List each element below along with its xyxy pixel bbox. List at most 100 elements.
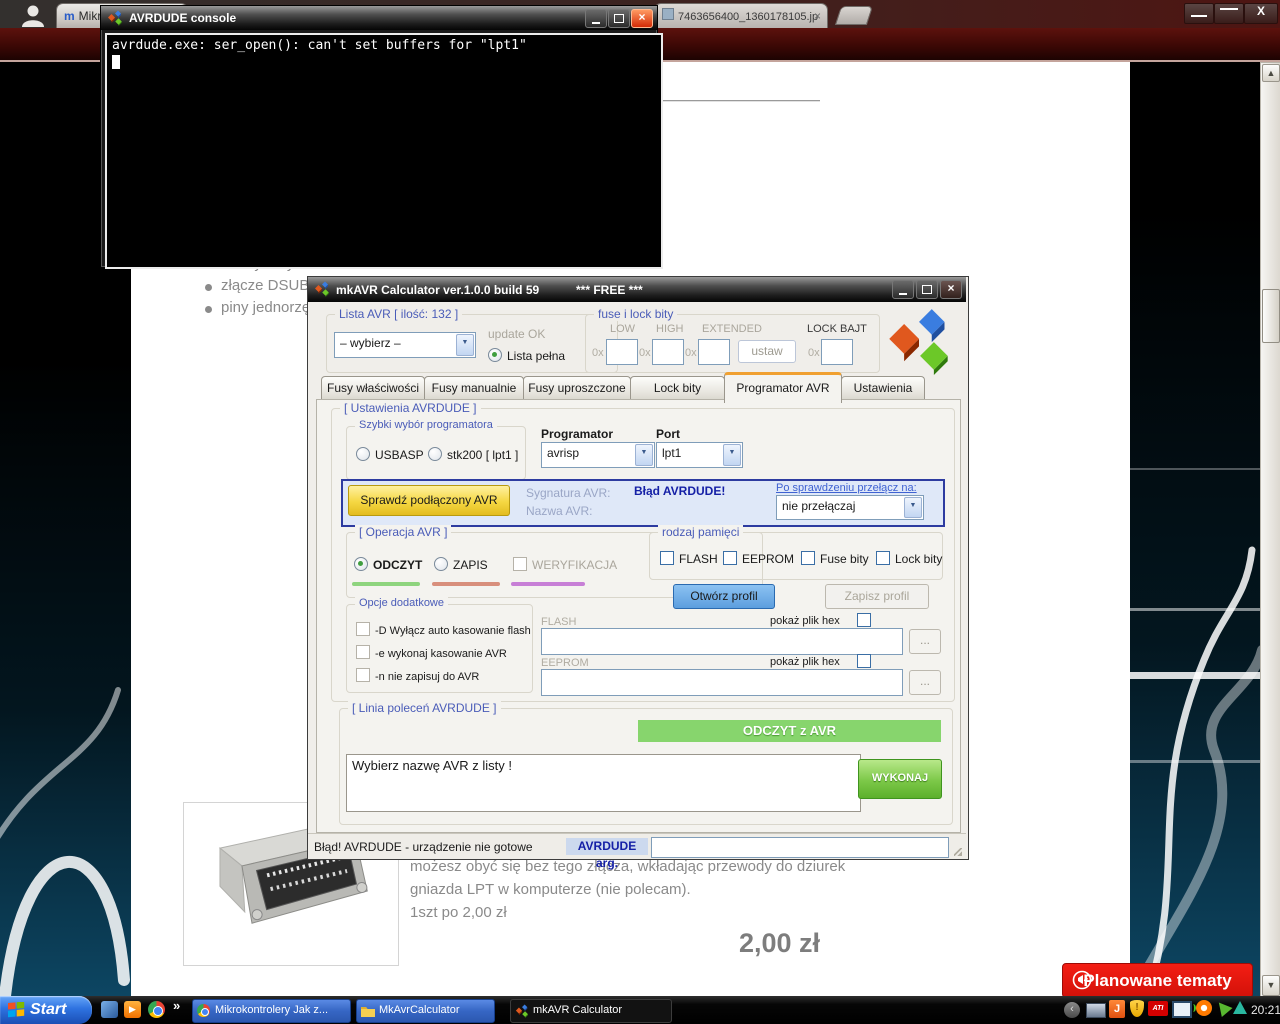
- status-message: Błąd! AVRDUDE - urządzenie nie gotowe: [314, 840, 533, 854]
- task-button-browser[interactable]: Mikrokontrolery Jak z...: [192, 999, 351, 1023]
- combo-arrow-icon[interactable]: ▼: [635, 444, 653, 466]
- fuse-bity-checkbox[interactable]: Fuse bity: [801, 551, 869, 566]
- linia-legend: [ Linia poleceń AVRDUDE ]: [348, 701, 501, 715]
- tab-fusy-manualnie[interactable]: Fusy manualnie: [424, 376, 524, 401]
- weryfikacja-underline: [511, 582, 585, 586]
- tab-programator-avr[interactable]: Programator AVR: [724, 372, 842, 403]
- browser-minimize-button[interactable]: [1184, 3, 1214, 24]
- browser-restore-button[interactable]: [1214, 3, 1244, 24]
- console-maximize-button[interactable]: [608, 9, 630, 28]
- new-tab-button[interactable]: [834, 6, 874, 25]
- calc-close-button[interactable]: ×: [940, 280, 962, 299]
- opt-e-checkbox[interactable]: -e wykonaj kasowanie AVR: [356, 645, 507, 660]
- chrome-icon: [197, 1004, 210, 1017]
- lock-bajt-input[interactable]: [821, 339, 853, 365]
- lock-bajt-label: LOCK BAJT: [807, 323, 867, 335]
- tray-collapse-icon[interactable]: ‹: [1064, 1002, 1080, 1018]
- profile-avatar-icon[interactable]: [20, 3, 46, 27]
- start-label: Start: [30, 1001, 67, 1018]
- avrdude-arg-input[interactable]: [651, 837, 949, 858]
- list-item: piny jednorzę: [221, 299, 311, 316]
- avr-select-value: – wybierz –: [340, 336, 401, 350]
- combo-arrow-icon[interactable]: ▼: [904, 497, 922, 518]
- tab-lock-bity[interactable]: Lock bity: [630, 376, 725, 401]
- tray-avg-icon[interactable]: [1196, 1000, 1212, 1016]
- task-button-mkavr-active[interactable]: mkAVR Calculator: [510, 999, 672, 1023]
- calc-titlebar[interactable]: mkAVR Calculator ver.1.0.0 build 59 *** …: [308, 277, 966, 302]
- tab2-close-icon[interactable]: ×: [814, 4, 821, 28]
- planowane-label: Planowane tematy: [1083, 971, 1232, 990]
- scroll-down-button[interactable]: ▼: [1262, 975, 1280, 996]
- programator-combo[interactable]: avrisp ▼: [541, 442, 655, 468]
- extended-fuse-input[interactable]: [698, 339, 730, 365]
- chrome-icon[interactable]: [148, 1001, 165, 1018]
- eeprom-file-input[interactable]: [541, 669, 903, 696]
- pokaz-eeprom-checkbox[interactable]: [857, 654, 876, 669]
- task-button-folder[interactable]: MkAvrCalculator: [356, 999, 495, 1023]
- tab1-label: Mikr: [78, 9, 102, 23]
- combo-arrow-icon[interactable]: ▼: [723, 444, 741, 466]
- sprawdz-avr-button[interactable]: Sprawdź podłączony AVR: [348, 485, 510, 516]
- tab-fusy-uproszczone[interactable]: Fusy uproszczone: [523, 376, 631, 401]
- product-desc-line2: gniazda LPT w komputerze (nie polecam).: [410, 881, 691, 898]
- szybki-legend: Szybki wybór programatora: [355, 419, 497, 431]
- odczyt-radio[interactable]: ODCZYT: [354, 557, 422, 572]
- tab-fusy-wlasciwosci[interactable]: Fusy właściwości: [321, 376, 425, 401]
- console-titlebar[interactable]: AVRDUDE console ×: [101, 6, 657, 30]
- calc-minimize-button[interactable]: [892, 280, 914, 299]
- tray-ati-icon[interactable]: ATI: [1148, 1001, 1168, 1016]
- tray-updater-icon[interactable]: [1233, 1001, 1247, 1014]
- resize-grip[interactable]: [954, 848, 962, 856]
- planowane-tematy-button[interactable]: Planowane tematy: [1062, 963, 1253, 996]
- programator-value: avrisp: [547, 446, 580, 460]
- eeprom-checkbox[interactable]: EEPROM: [723, 551, 794, 566]
- przelacz-combo[interactable]: nie przełączaj ▼: [776, 495, 924, 520]
- tray-java-icon[interactable]: J: [1109, 1000, 1125, 1018]
- page-scrollbar[interactable]: ▲ ▼: [1260, 62, 1280, 996]
- flash-file-input[interactable]: [541, 628, 903, 655]
- update-status: update OK: [488, 327, 546, 341]
- usbasp-radio[interactable]: USBASP: [356, 447, 424, 462]
- lock-bity-checkbox[interactable]: Lock bity: [876, 551, 942, 566]
- port-combo[interactable]: lpt1 ▼: [656, 442, 743, 468]
- tray-arrow-icon[interactable]: [1213, 998, 1233, 1017]
- calc-maximize-button[interactable]: [916, 280, 938, 299]
- pokaz-hex-label: pokaż plik hex: [770, 656, 840, 668]
- zapisz-profil-button[interactable]: Zapisz profil: [825, 584, 929, 609]
- tab-ustawienia[interactable]: Ustawienia: [841, 376, 925, 401]
- lista-pelna-radio[interactable]: Lista pełna: [488, 348, 565, 363]
- show-desktop-icon[interactable]: [101, 1001, 118, 1018]
- console-output[interactable]: avrdude.exe: ser_open(): can't set buffe…: [105, 33, 663, 269]
- tray-cardreader-icon[interactable]: [1086, 1003, 1106, 1018]
- stk200-radio[interactable]: stk200 [ lpt1 ]: [428, 447, 518, 462]
- console-minimize-button[interactable]: [585, 9, 607, 28]
- eeprom-browse-button[interactable]: ...: [909, 670, 941, 695]
- tray-clock: 20:21: [1251, 1003, 1280, 1017]
- flash-browse-button[interactable]: ...: [909, 629, 941, 654]
- opt-n-checkbox[interactable]: -n nie zapisuj do AVR: [356, 668, 479, 683]
- flash-checkbox[interactable]: FLASH: [660, 551, 718, 566]
- weryfikacja-checkbox[interactable]: WERYFIKACJA: [513, 557, 617, 572]
- wykonaj-button[interactable]: WYKONAJ: [858, 759, 942, 799]
- start-button[interactable]: Start: [0, 996, 92, 1024]
- quicklaunch-overflow-chevron[interactable]: »: [173, 998, 180, 1013]
- pokaz-flash-checkbox[interactable]: [857, 613, 876, 628]
- command-line-textarea[interactable]: Wybierz nazwę AVR z listy !: [346, 754, 861, 812]
- low-fuse-input[interactable]: [606, 339, 638, 365]
- scrollbar-thumb[interactable]: [1262, 289, 1280, 343]
- extended-label: EXTENDED: [702, 323, 762, 335]
- media-player-icon[interactable]: ▶: [124, 1001, 141, 1018]
- combo-arrow-icon[interactable]: ▼: [456, 334, 474, 356]
- browser-tab-2[interactable]: 7463656400_1360178105.jp ×: [654, 3, 828, 29]
- avr-select-combo[interactable]: – wybierz – ▼: [334, 332, 476, 358]
- opt-D-checkbox[interactable]: -D Wyłącz auto kasowanie flash: [356, 622, 531, 637]
- high-fuse-input[interactable]: [652, 339, 684, 365]
- ustaw-button[interactable]: ustaw: [738, 340, 796, 363]
- tray-display-icon[interactable]: [1172, 1001, 1196, 1018]
- console-close-button[interactable]: ×: [631, 9, 653, 28]
- browser-close-button[interactable]: X: [1244, 3, 1278, 24]
- otworz-profil-button[interactable]: Otwórz profil: [673, 584, 775, 609]
- zapis-radio[interactable]: ZAPIS: [434, 557, 488, 572]
- scroll-up-button[interactable]: ▲: [1262, 64, 1280, 82]
- tray-shield-icon[interactable]: !: [1130, 1000, 1144, 1017]
